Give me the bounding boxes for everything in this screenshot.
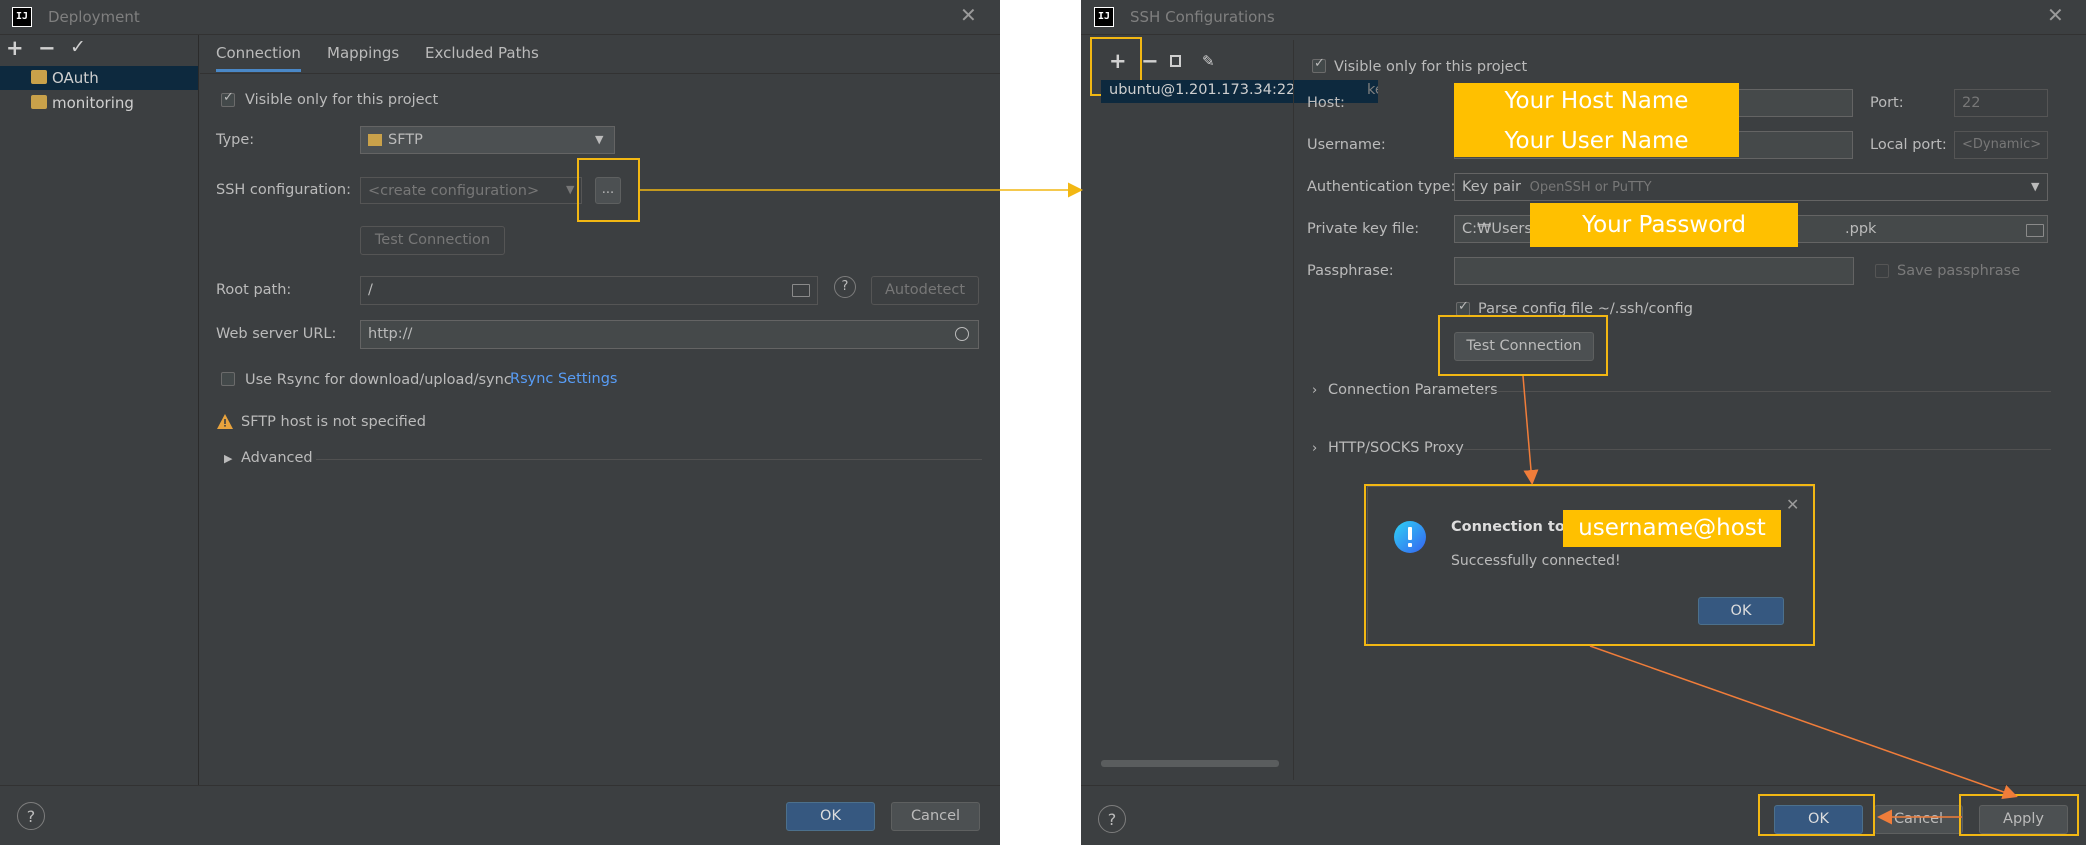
arrow-to-apply <box>1589 645 2018 800</box>
annotation-arrows <box>640 182 2018 825</box>
arrow-to-popup <box>1522 375 1539 485</box>
